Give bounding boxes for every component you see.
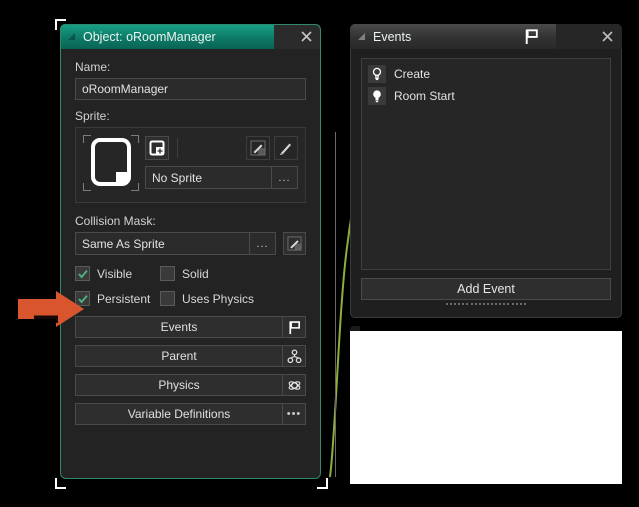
event-label: Create (394, 67, 431, 81)
lightbulb-filled-icon (368, 87, 386, 105)
sprite-menu-button[interactable]: ... (272, 166, 298, 189)
object-window-tabbar: Object: oRoomManager (60, 24, 321, 49)
arrow-right-annotation (18, 291, 84, 327)
no-sprite-placeholder-icon (91, 138, 131, 186)
events-window-body: Create Room Start Add Event (350, 49, 622, 318)
selection-handle-bottom-right[interactable] (317, 478, 328, 489)
uses-physics-label: Uses Physics (182, 291, 255, 306)
parent-button[interactable]: Parent (75, 345, 283, 367)
close-glyph (601, 31, 613, 42)
parent-button-row: Parent (75, 345, 306, 367)
persistent-checkbox[interactable]: Persistent (75, 291, 160, 306)
events-list[interactable]: Create Room Start (361, 58, 611, 270)
physics-button[interactable]: Physics (75, 374, 283, 396)
parent-nodes-icon[interactable] (283, 345, 306, 367)
check-icon (77, 269, 88, 279)
paint-brush-icon[interactable] (274, 136, 298, 160)
paint-brush-glyph (280, 143, 291, 155)
physics-button-row: Physics (75, 374, 306, 396)
physics-atom-icon[interactable] (283, 374, 306, 396)
edit-sprite-icon[interactable] (246, 136, 270, 160)
close-icon[interactable] (291, 24, 321, 49)
object-editor-window[interactable]: Object: oRoomManager Name: oRoomManager … (60, 24, 321, 479)
new-sprite-glyph (149, 140, 165, 156)
uses-physics-checkbox[interactable]: Uses Physics (160, 291, 254, 306)
collision-menu-button[interactable]: ... (250, 232, 276, 255)
edit-sprite-glyph (250, 140, 266, 156)
solid-label: Solid (182, 266, 209, 281)
selection-handle-top-left[interactable] (55, 19, 66, 30)
resize-grip[interactable] (446, 303, 526, 307)
checkbox-box (75, 266, 90, 281)
close-icon[interactable] (592, 24, 622, 49)
lightbulb-outline-glyph (372, 67, 382, 81)
event-label: Room Start (394, 89, 455, 103)
visible-label: Visible (97, 266, 133, 281)
vertical-divider (335, 132, 336, 477)
name-input[interactable]: oRoomManager (75, 78, 306, 100)
flags-row: Persistent Uses Physics (75, 291, 306, 306)
sprite-name-field[interactable]: No Sprite (145, 166, 272, 189)
list-item[interactable]: Room Start (362, 85, 610, 107)
flag-glyph (288, 320, 300, 334)
collision-mask-row: Same As Sprite ... (75, 232, 306, 255)
lightbulb-outline-icon (368, 65, 386, 83)
events-window-tabbar: Events (350, 24, 622, 49)
flags-row: Visible Solid (75, 266, 306, 281)
variable-definitions-button-row: Variable Definitions ••• (75, 403, 306, 425)
list-item[interactable]: Create (362, 63, 610, 85)
object-window-body: Name: oRoomManager Sprite: No Sprite ...… (61, 49, 320, 478)
solid-checkbox[interactable]: Solid (160, 266, 209, 281)
object-flags-group: Visible Solid Persistent Uses Physics (75, 266, 306, 306)
visible-checkbox[interactable]: Visible (75, 266, 160, 281)
object-window-title: Object: oRoomManager (83, 29, 216, 44)
checkbox-box (160, 266, 175, 281)
parent-nodes-glyph (286, 348, 302, 363)
frame-corner (131, 183, 139, 191)
checkbox-box (160, 291, 175, 306)
blank-white-panel[interactable] (350, 331, 622, 484)
new-sprite-icon[interactable] (145, 136, 169, 160)
frame-corner (131, 135, 139, 143)
flag-glyph (525, 29, 538, 44)
add-event-button[interactable]: Add Event (361, 278, 611, 300)
object-window-tab[interactable]: Object: oRoomManager (60, 24, 274, 49)
divider (177, 138, 178, 158)
sprite-label: Sprite: (75, 109, 110, 123)
events-window-tab[interactable]: Events (350, 24, 556, 49)
sprite-section: No Sprite ... (75, 127, 306, 203)
close-glyph (300, 31, 312, 42)
collision-mask-field[interactable]: Same As Sprite (75, 232, 250, 255)
events-window-title: Events (373, 29, 412, 44)
collapse-triangle-icon[interactable] (68, 33, 75, 40)
name-label: Name: (75, 60, 111, 74)
persistent-label: Persistent (97, 291, 151, 306)
events-button[interactable]: Events (75, 316, 283, 338)
variable-definitions-button[interactable]: Variable Definitions (75, 403, 283, 425)
events-button-row: Events (75, 316, 306, 338)
events-window[interactable]: Events Create Room Start Add Event (350, 24, 622, 318)
flag-icon (523, 28, 540, 45)
ellipsis-icon[interactable]: ••• (283, 403, 306, 425)
lightbulb-filled-glyph (373, 90, 381, 103)
sprite-thumbnail-frame[interactable] (83, 135, 139, 191)
physics-atom-glyph (288, 380, 300, 390)
edit-mask-glyph (287, 236, 302, 251)
selection-handle-bottom-left[interactable] (55, 478, 66, 489)
collapse-triangle-icon[interactable] (358, 33, 365, 40)
edit-mask-icon[interactable] (283, 232, 306, 255)
collision-mask-label: Collision Mask: (75, 214, 156, 228)
flag-icon[interactable] (283, 316, 306, 338)
